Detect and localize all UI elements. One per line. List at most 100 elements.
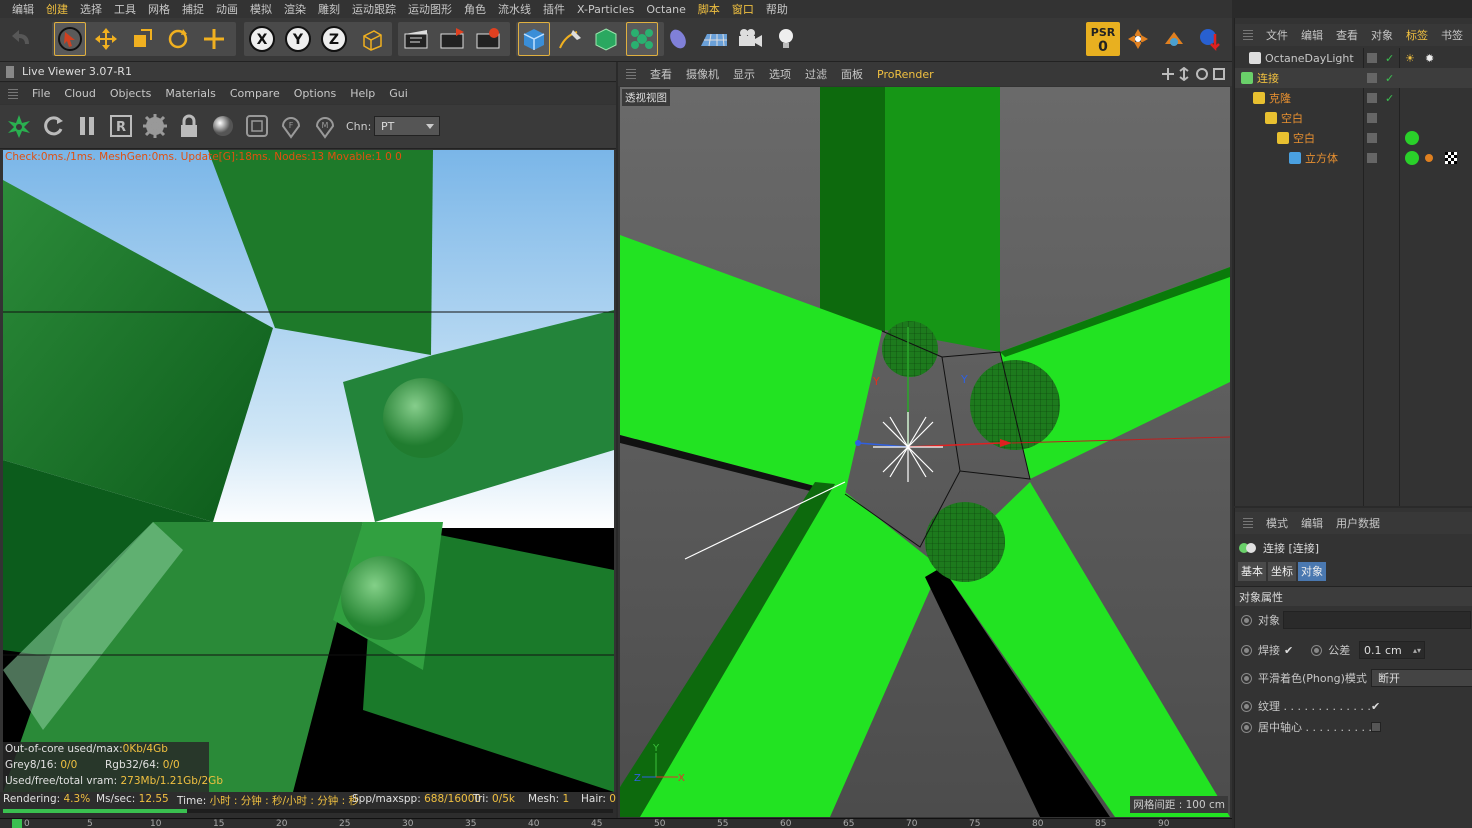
am-tab[interactable]: 用户数据 xyxy=(1336,515,1380,531)
menu-item[interactable]: 捕捉 xyxy=(176,1,210,17)
workplane-icon[interactable] xyxy=(1158,22,1190,56)
menu-item[interactable]: 脚本 xyxy=(692,1,726,17)
psr-button[interactable]: PSR 0 xyxy=(1086,22,1120,56)
menu-item[interactable]: 选择 xyxy=(74,1,108,17)
ik-icon[interactable] xyxy=(1194,22,1226,56)
visibility-toggle-icon[interactable] xyxy=(1367,53,1377,63)
menu-item[interactable]: Octane xyxy=(640,3,692,16)
om-tab[interactable]: 编辑 xyxy=(1301,27,1323,43)
texture-tag-icon[interactable] xyxy=(1425,154,1433,162)
viewport-menu-item[interactable]: 选项 xyxy=(769,66,791,82)
select-tool-icon[interactable] xyxy=(54,22,86,56)
subdivision-surface-icon[interactable] xyxy=(590,22,622,56)
attribute-subtab[interactable]: 对象 xyxy=(1298,562,1326,581)
menu-item[interactable]: 插件 xyxy=(537,1,571,17)
menu-item[interactable]: 雕刻 xyxy=(312,1,346,17)
object-row[interactable]: OctaneDayLight ✓ ☀ ✹ xyxy=(1235,48,1472,68)
attribute-subtab[interactable]: 坐标 xyxy=(1268,562,1296,581)
object-row[interactable]: 空白 xyxy=(1235,128,1472,148)
attribute-subtab[interactable]: 基本 xyxy=(1238,562,1266,581)
axis-x-button[interactable]: X xyxy=(246,22,278,56)
lock-icon[interactable] xyxy=(176,113,202,139)
visibility-toggle-icon[interactable] xyxy=(1367,113,1377,123)
restart-render-icon[interactable] xyxy=(40,113,66,139)
axis-y-button[interactable]: Y xyxy=(282,22,314,56)
channel-select[interactable]: PT xyxy=(374,116,440,136)
viewport-menu-item[interactable]: 面板 xyxy=(841,66,863,82)
animate-radio-icon[interactable] xyxy=(1241,721,1252,733)
menu-item[interactable]: 网格 xyxy=(142,1,176,17)
menu-item[interactable]: 渲染 xyxy=(278,1,312,17)
live-selection-icon[interactable] xyxy=(198,22,230,56)
settings-gear-icon[interactable] xyxy=(142,113,168,139)
playhead[interactable] xyxy=(12,819,22,828)
light-icon[interactable] xyxy=(770,22,802,56)
cloner-icon[interactable] xyxy=(626,22,658,56)
menu-item[interactable]: 动画 xyxy=(210,1,244,17)
enable-check-icon[interactable]: ✓ xyxy=(1385,72,1394,85)
animate-radio-icon[interactable] xyxy=(1311,644,1323,656)
lv-menu-item[interactable]: Materials xyxy=(165,87,215,100)
render-view-icon[interactable] xyxy=(400,22,432,56)
view-label[interactable]: 透视视图 xyxy=(622,89,670,106)
material-tag-icon[interactable] xyxy=(1405,151,1419,165)
menu-item[interactable]: 窗口 xyxy=(726,1,760,17)
texture-check-icon[interactable]: ✔ xyxy=(1371,700,1380,713)
octane-logo-icon[interactable] xyxy=(6,113,32,139)
lv-menu-item[interactable]: File xyxy=(32,87,50,100)
object-row[interactable]: 连接 ✓ xyxy=(1235,68,1472,88)
am-tab[interactable]: 模式 xyxy=(1266,515,1288,531)
render-picture-viewer-icon[interactable] xyxy=(436,22,468,56)
render-settings-icon[interactable] xyxy=(472,22,504,56)
undo-icon[interactable] xyxy=(6,22,38,56)
pause-render-icon[interactable] xyxy=(74,113,100,139)
viewport-menu-item[interactable]: 摄像机 xyxy=(686,66,719,82)
om-tab[interactable]: 查看 xyxy=(1336,27,1358,43)
weld-check-icon[interactable]: ✔ xyxy=(1284,644,1293,657)
pick-material-icon[interactable]: M xyxy=(312,113,338,139)
stepper-icon[interactable]: ▴▾ xyxy=(1413,646,1421,655)
animate-radio-icon[interactable] xyxy=(1241,700,1252,712)
phong-select[interactable]: 断开 xyxy=(1371,669,1472,687)
scale-tool-icon[interactable] xyxy=(126,22,158,56)
menu-item[interactable]: 流水线 xyxy=(492,1,537,17)
am-tab[interactable]: 编辑 xyxy=(1301,515,1323,531)
deformer-icon[interactable] xyxy=(662,22,694,56)
enable-check-icon[interactable]: ✓ xyxy=(1385,52,1394,65)
menu-item[interactable]: 帮助 xyxy=(760,1,794,17)
object-row[interactable]: 立方体 xyxy=(1235,148,1472,168)
viewport-menu-item[interactable]: ProRender xyxy=(877,68,934,81)
region-render-icon[interactable]: R xyxy=(108,113,134,139)
move-tool-icon[interactable] xyxy=(90,22,122,56)
panel-grip-icon[interactable] xyxy=(6,65,14,78)
cube-object-icon[interactable] xyxy=(518,22,550,56)
viewport-menu-item[interactable]: 显示 xyxy=(733,66,755,82)
render-output[interactable]: Check:0ms./1ms. MeshGen:0ms. Update[G]:1… xyxy=(3,150,614,792)
menu-item[interactable]: 角色 xyxy=(458,1,492,17)
viewport-menu-item[interactable]: 查看 xyxy=(650,66,672,82)
enable-check-icon[interactable]: ✓ xyxy=(1385,92,1394,105)
visibility-toggle-icon[interactable] xyxy=(1367,73,1377,83)
rotate-tool-icon[interactable] xyxy=(162,22,194,56)
menu-item[interactable]: 工具 xyxy=(108,1,142,17)
om-tab[interactable]: 书签 xyxy=(1441,27,1463,43)
visibility-toggle-icon[interactable] xyxy=(1367,93,1377,103)
object-link-field[interactable] xyxy=(1283,611,1471,629)
menu-item[interactable]: 运动图形 xyxy=(402,1,458,17)
menu-item[interactable]: 创建 xyxy=(40,1,74,17)
menu-item[interactable]: 运动跟踪 xyxy=(346,1,402,17)
menu-item[interactable]: X-Particles xyxy=(571,3,640,16)
om-tab[interactable]: 标签 xyxy=(1406,27,1428,43)
visibility-toggle-icon[interactable] xyxy=(1367,153,1377,163)
om-tab[interactable]: 文件 xyxy=(1266,27,1288,43)
animate-radio-icon[interactable] xyxy=(1241,672,1252,684)
camera-icon[interactable] xyxy=(734,22,766,56)
animate-radio-icon[interactable] xyxy=(1241,644,1252,656)
sun-tag-icon[interactable]: ☀ xyxy=(1405,52,1415,65)
center-checkbox[interactable] xyxy=(1371,722,1381,732)
om-tab[interactable]: 对象 xyxy=(1371,27,1393,43)
animate-radio-icon[interactable] xyxy=(1241,614,1252,626)
clay-mode-icon[interactable] xyxy=(244,113,270,139)
lv-menu-item[interactable]: Options xyxy=(294,87,336,100)
spline-pen-icon[interactable] xyxy=(554,22,586,56)
